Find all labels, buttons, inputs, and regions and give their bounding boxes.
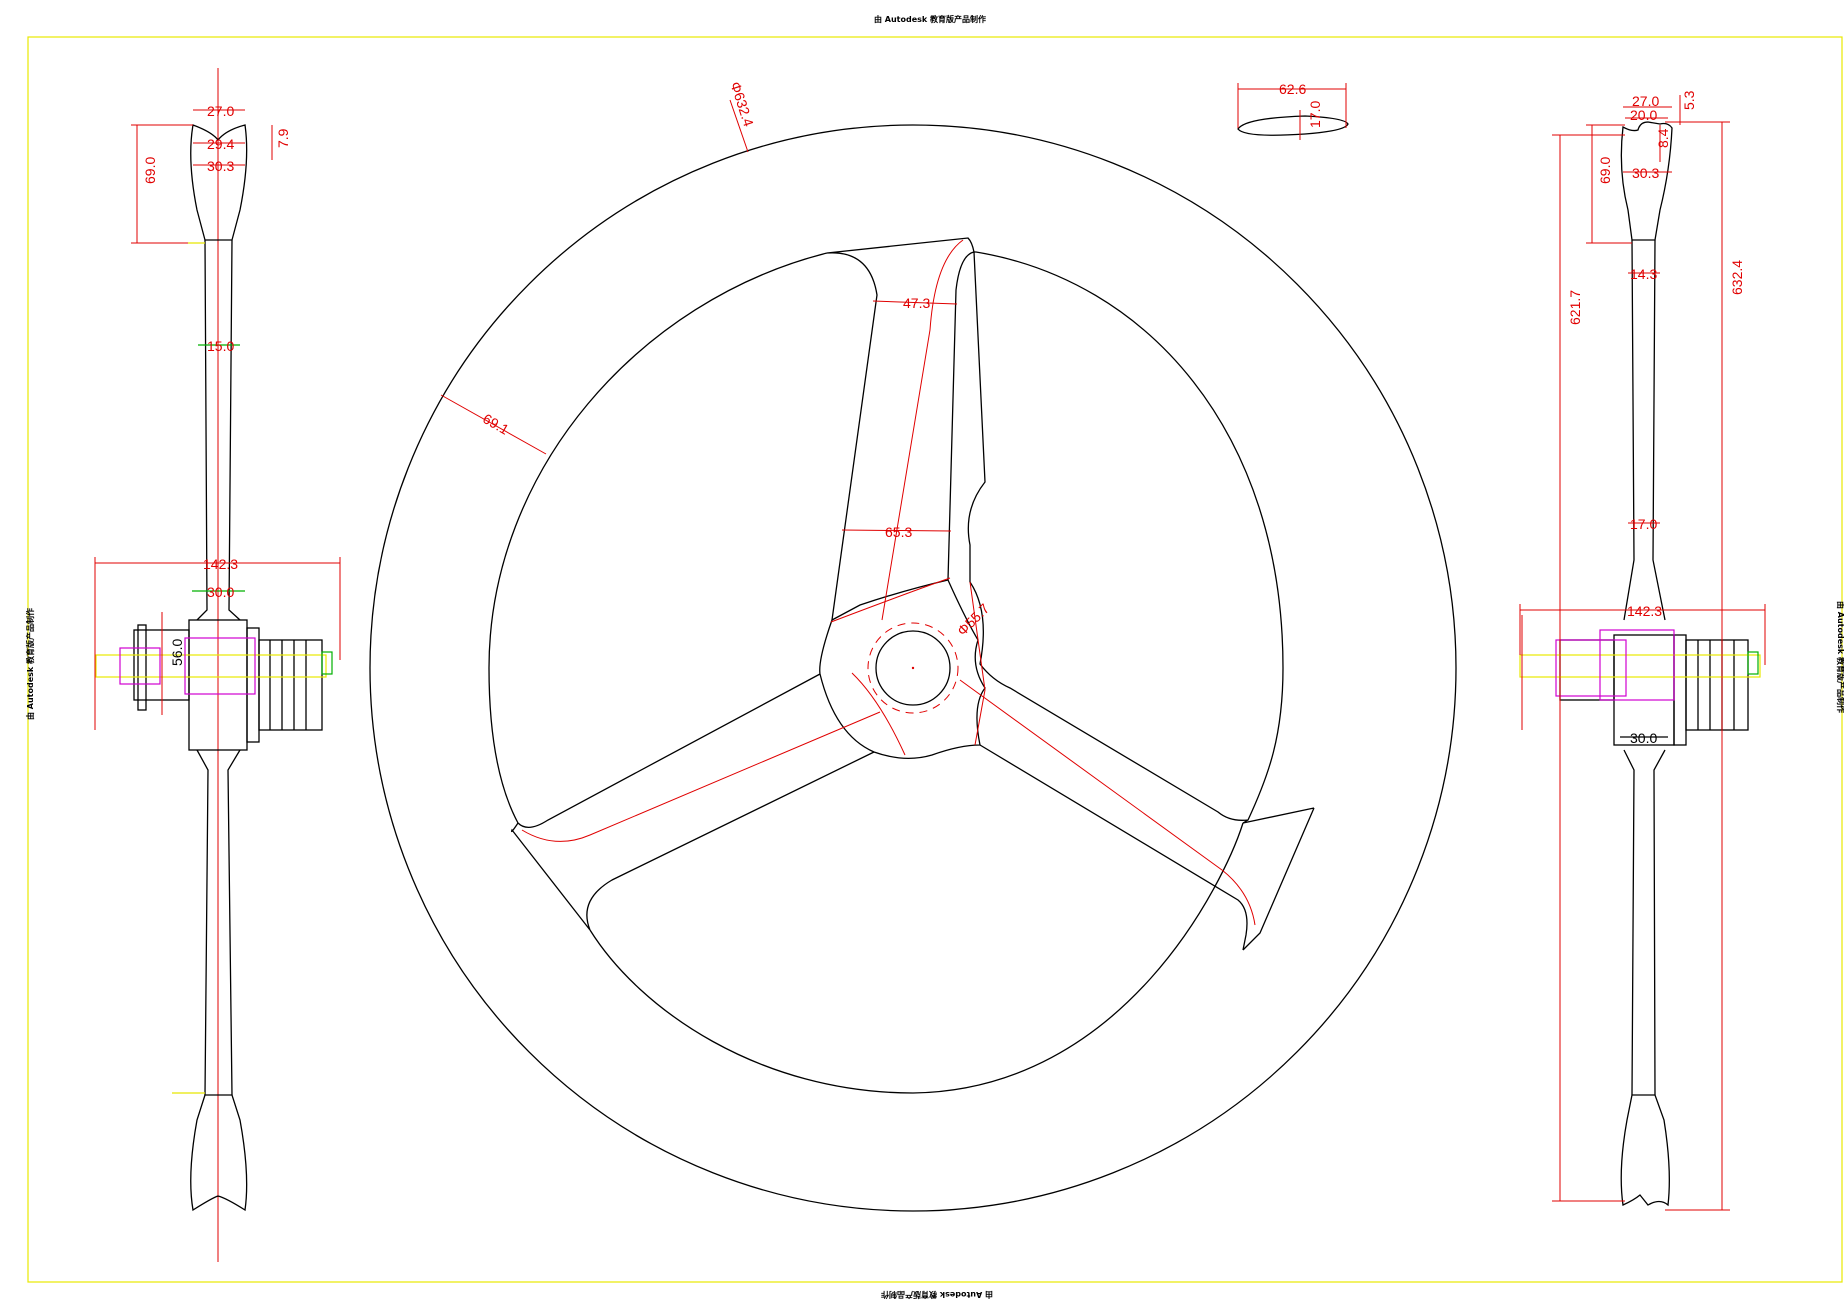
dim-r-inner-height: 621.7 (1567, 290, 1583, 325)
spoke-body-right (1623, 239, 1666, 1096)
dim-profile-width: 62.6 (1279, 81, 1306, 97)
section-line-hub-b (851, 672, 906, 756)
dim-r-rim-lip: 5.3 (1681, 90, 1697, 110)
dim-hub-flange: 30.0 (207, 584, 234, 600)
dim-spoke-width-outer: 47.3 (903, 295, 930, 311)
dim-r-outer-height: 632.4 (1729, 260, 1745, 295)
dim-rim-width-max: 30.3 (207, 158, 234, 174)
dim-spoke-thickness: 15.0 (207, 338, 234, 354)
dim-r-rim-depth: 69.0 (1597, 157, 1613, 184)
hub-center (911, 666, 915, 670)
dim-r-rim-inner: 20.0 (1630, 107, 1657, 123)
dim-r-spoke-top: 14.3 (1630, 266, 1657, 282)
dim-rim-depth: 69.1 (480, 410, 512, 438)
rim-inner-arc-lower (589, 822, 1244, 1094)
dim-r-hub-body: 30.0 (1630, 730, 1657, 746)
dim-r-rim-hook: 8.4 (1655, 128, 1671, 148)
left-side-view: 27.0 29.4 30.3 7.9 69.0 15.0 142.3 30.0 … (94, 68, 341, 1262)
right-side-view: 27.0 20.0 5.3 8.4 30.3 69.0 14.3 17.0 62… (1519, 90, 1766, 1211)
rim-bottom-right (1620, 1094, 1670, 1207)
hub-right (1519, 615, 1761, 746)
dim-r-spoke-bottom: 17.0 (1630, 516, 1657, 532)
section-line-right (959, 679, 1256, 926)
profile-section: 62.6 17.0 (1237, 81, 1349, 140)
dim-r-rim-width-max: 30.3 (1632, 165, 1659, 181)
stamp-right: 由 Autodesk 教育版产品制作 (1836, 601, 1844, 713)
dim-hub-height: 56.0 (169, 639, 185, 666)
dim-hub-width: 142.3 (203, 556, 238, 572)
dim-rim-depth: 69.0 (142, 157, 158, 184)
dim-rim-width-top: 27.0 (207, 103, 234, 119)
hub-body (819, 579, 986, 759)
dim-rim-width-mid: 29.4 (207, 136, 234, 152)
drawing-sheet: 由 Autodesk 教育版产品制作 由 Autodesk 教育版产品制作 由 … (25, 14, 1844, 1300)
hub-left (94, 612, 333, 751)
dim-profile-thickness: 17.0 (1307, 101, 1323, 128)
spoke-top (826, 237, 975, 621)
spoke-left (510, 673, 875, 931)
rim-bottom-left (190, 1094, 248, 1212)
section-line-hub-a (830, 577, 951, 623)
rim-inner-arc-left (488, 252, 828, 824)
section-line-left (521, 711, 881, 842)
airfoil-outline (1237, 115, 1349, 136)
stamp-top: 由 Autodesk 教育版产品制作 (874, 14, 986, 24)
dim-spoke-width-inner: 65.3 (885, 524, 912, 540)
dim-rim-lip: 7.9 (275, 128, 291, 148)
drawing-frame (27, 36, 1843, 1283)
rim-inner-spoke-outline (967, 251, 1284, 824)
front-view: Φ632.4 69.1 47.3 65.3 Φ55.7 (369, 80, 1457, 1212)
stamp-left: 由 Autodesk 教育版产品制作 (25, 608, 35, 720)
dim-r-hub-width: 142.3 (1627, 603, 1662, 619)
stamp-bottom: 由 Autodesk 教育版产品制作 (881, 1290, 993, 1300)
spoke-right (979, 744, 1315, 951)
